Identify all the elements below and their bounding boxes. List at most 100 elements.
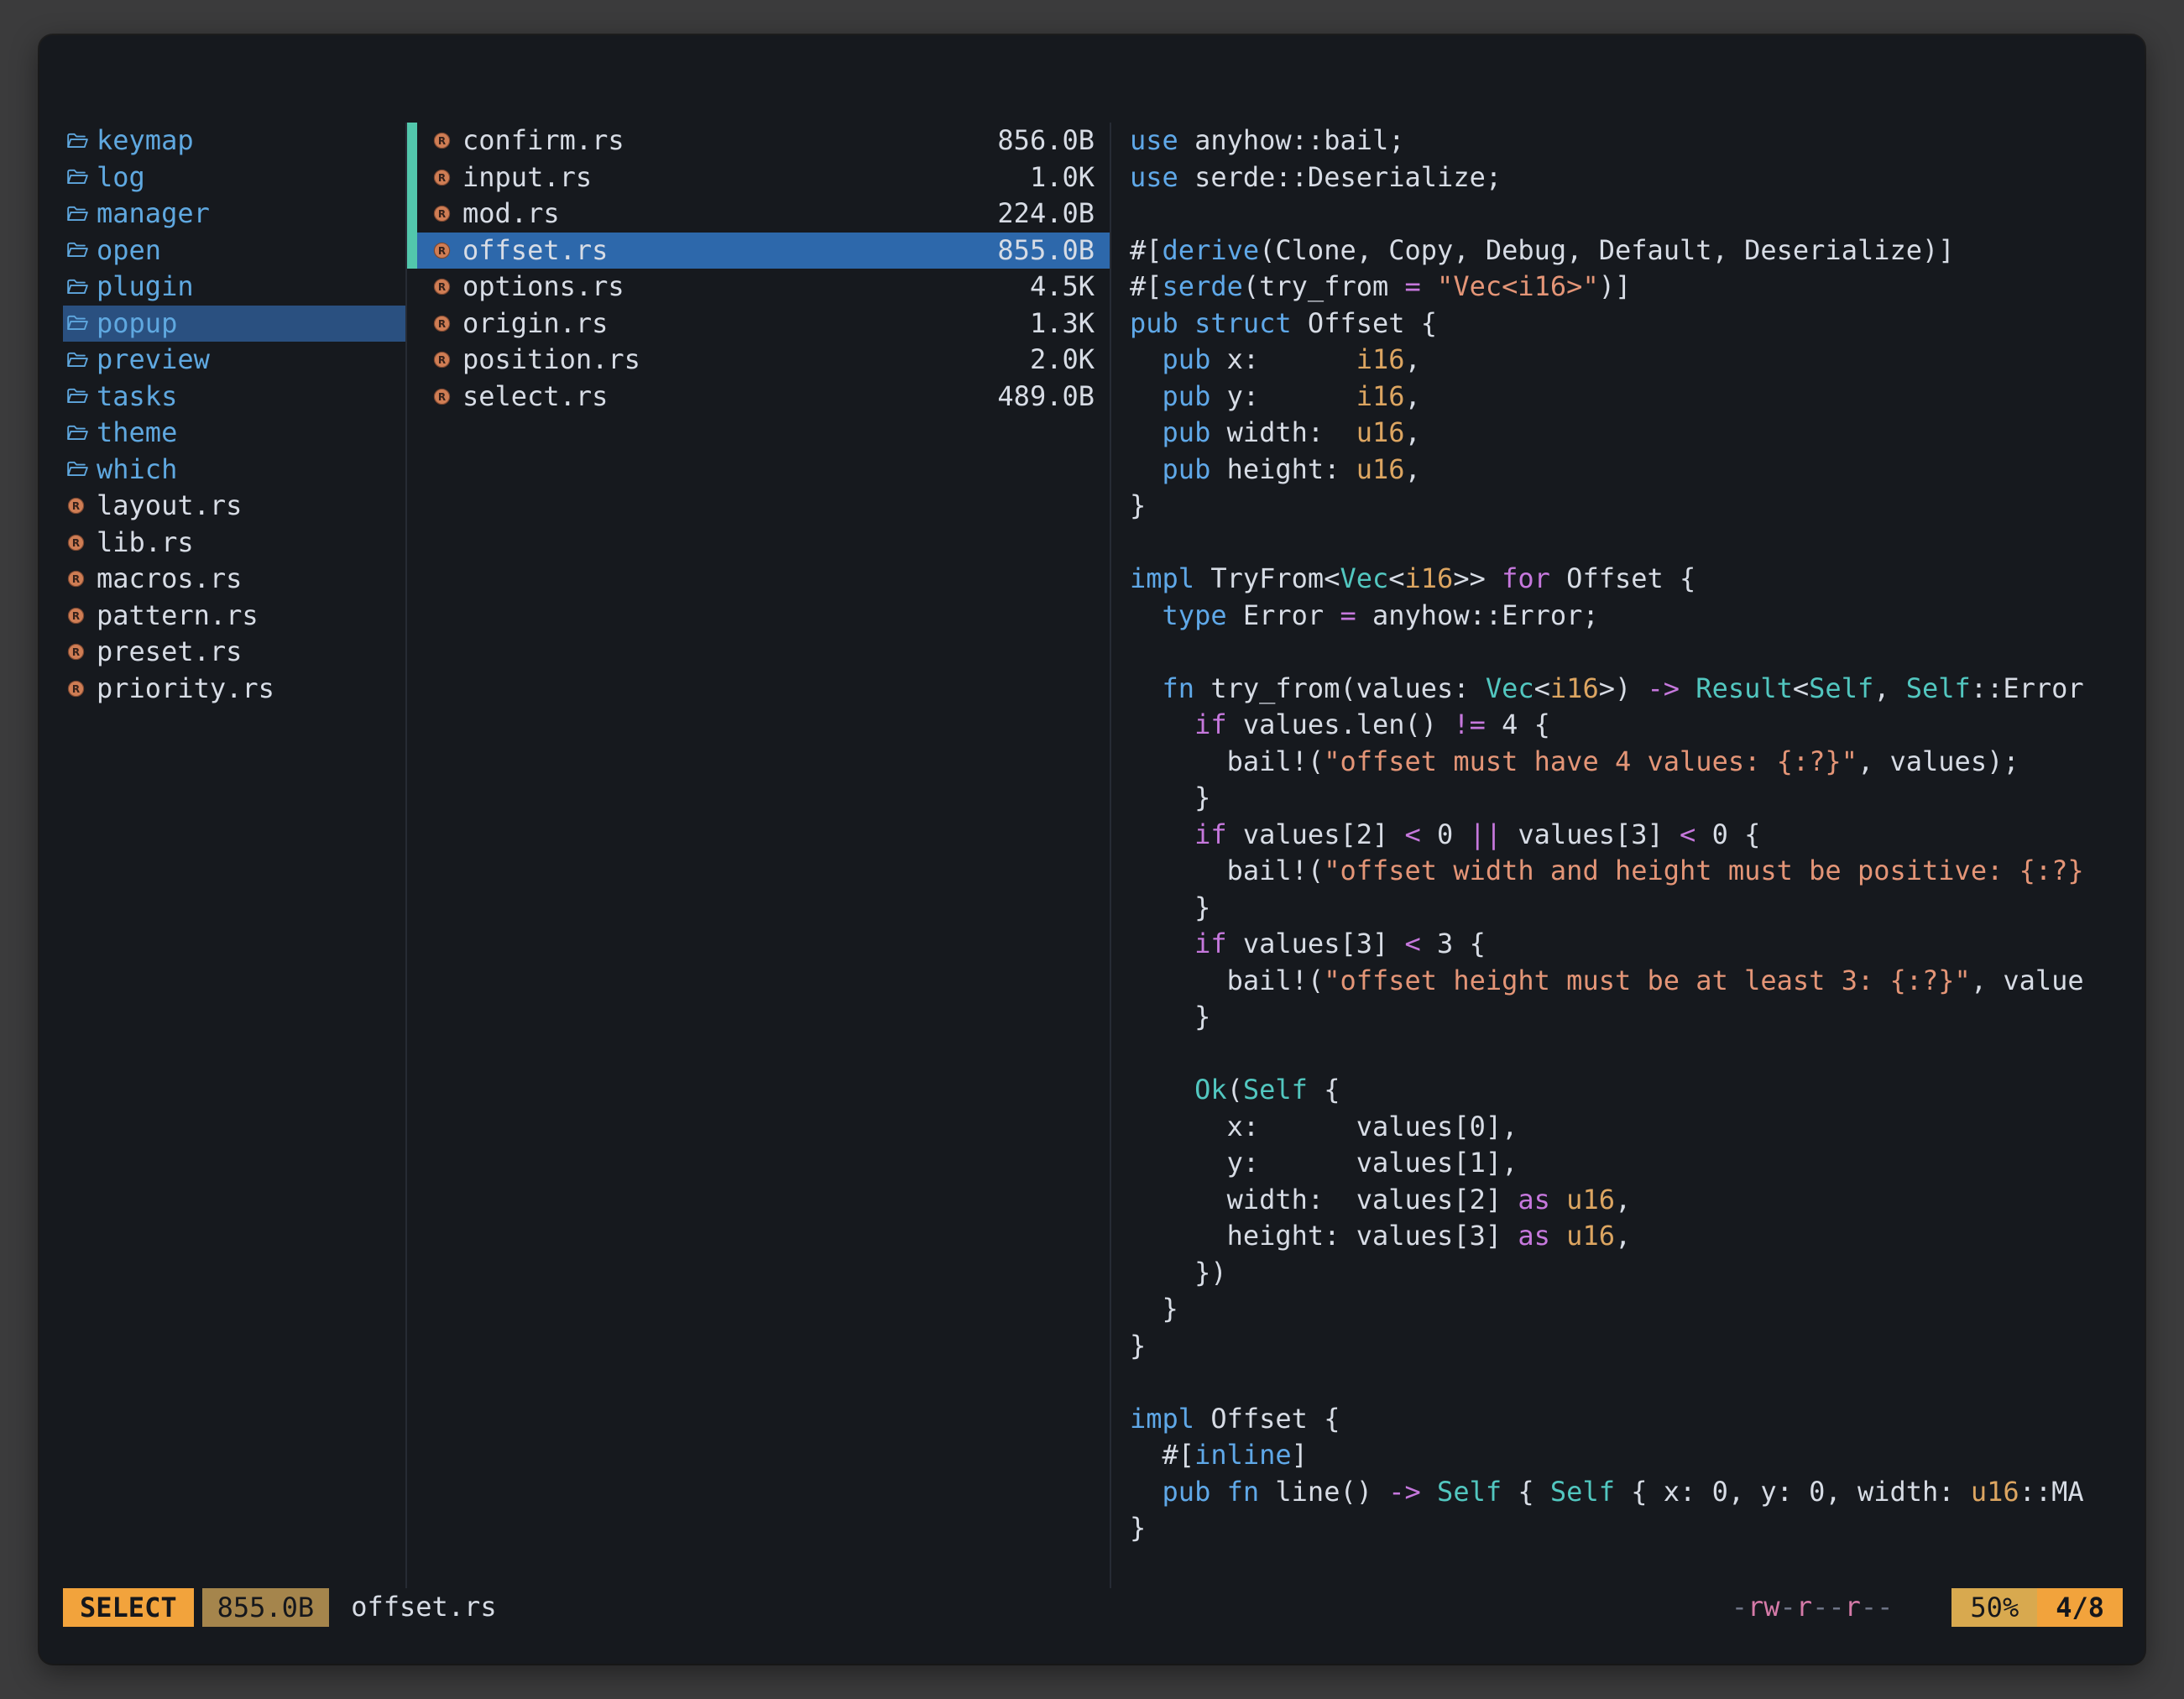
file-row-body: R options.rs 4.5K [417,269,1110,306]
code-line: } [1130,890,2123,927]
preview-pane: use anyhow::bail;use serde::Deserialize;… [1111,123,2123,1588]
sidebar-item-directory[interactable]: log [63,159,405,196]
status-right-section: -rw-r--r-- 50% 4/8 [1732,1588,2123,1627]
sidebar-item-directory[interactable]: keymap [63,123,405,159]
cursor-position-badge: 4/8 [2037,1588,2123,1627]
file-size: 224.0B [997,196,1095,233]
rust-file-icon: R [432,204,462,223]
code-line [1130,196,2123,233]
sidebar-item-directory[interactable]: plugin [63,269,405,306]
rust-file-icon: R [66,642,97,661]
code-line: Ok(Self { [1130,1072,2123,1109]
rust-file-icon: R [432,131,462,150]
folder-icon [66,278,97,296]
sidebar-item-file[interactable]: R layout.rs [63,488,405,525]
code-line: type Error = anyhow::Error; [1130,598,2123,635]
code-line: bail!("offset must have 4 values: {:?}",… [1130,744,2123,781]
permissions-text: -rw-r--r-- [1732,1589,1894,1626]
code-line: impl TryFrom<Vec<i16>> for Offset { [1130,561,2123,598]
file-name: position.rs [462,342,640,379]
folder-icon [66,460,97,478]
svg-text:R: R [438,172,446,184]
folder-icon [66,314,97,332]
directory-name: popup [97,306,177,342]
code-line [1130,1364,2123,1401]
rust-file-icon: R [66,569,97,588]
file-name: mod.rs [462,196,560,233]
directory-name: theme [97,415,177,452]
code-line: y: values[1], [1130,1145,2123,1182]
svg-text:R: R [72,646,80,658]
file-row[interactable]: R mod.rs 224.0B [407,196,1110,233]
file-row[interactable]: R position.rs 2.0K [407,342,1110,379]
selection-marker [407,342,417,379]
svg-text:R: R [72,610,80,622]
svg-text:R: R [72,500,80,512]
file-row-body: R origin.rs 1.3K [417,306,1110,342]
file-row[interactable]: R select.rs 489.0B [407,379,1110,416]
file-row[interactable]: R confirm.rs 856.0B [407,123,1110,159]
code-line: }) [1130,1255,2123,1292]
svg-text:R: R [438,354,446,366]
file-size: 1.3K [1030,306,1095,342]
file-row[interactable]: R options.rs 4.5K [407,269,1110,306]
sidebar-item-file[interactable]: R macros.rs [63,561,405,598]
selection-marker [407,159,417,196]
code-line: use serde::Deserialize; [1130,159,2123,196]
file-size: 4.5K [1030,269,1095,306]
sidebar-item-directory[interactable]: manager [63,196,405,233]
code-line: } [1130,1328,2123,1365]
file-row[interactable]: R offset.rs 855.0B [407,233,1110,269]
sidebar-item-directory[interactable]: theme [63,415,405,452]
scroll-percent-badge: 50% [1951,1588,2037,1627]
sidebar-item-file[interactable]: R lib.rs [63,525,405,562]
code-line: } [1130,488,2123,525]
svg-text:R: R [72,573,80,585]
code-line: x: values[0], [1130,1109,2123,1146]
rust-file-icon: R [432,168,462,187]
code-line: pub y: i16, [1130,379,2123,416]
svg-text:R: R [438,135,446,147]
rust-file-icon: R [432,387,462,406]
sidebar-item-file[interactable]: R preset.rs [63,634,405,671]
sidebar-item-directory[interactable]: tasks [63,379,405,416]
selection-marker [407,196,417,233]
folder-icon [66,205,97,223]
directory-name: keymap [97,123,194,159]
sidebar-item-file[interactable]: R priority.rs [63,671,405,708]
code-line: use anyhow::bail; [1130,123,2123,159]
file-row[interactable]: R input.rs 1.0K [407,159,1110,196]
file-name: pattern.rs [97,598,259,635]
file-size: 1.0K [1030,159,1095,196]
file-row-body: R select.rs 489.0B [417,379,1110,416]
code-line: bail!("offset height must be at least 3:… [1130,963,2123,1000]
code-line: pub height: u16, [1130,452,2123,489]
selection-marker [407,306,417,342]
code-line: fn try_from(values: Vec<i16>) -> Result<… [1130,671,2123,708]
mode-badge: SELECT [63,1588,194,1627]
code-line: #[serde(try_from = "Vec<i16>")] [1130,269,2123,306]
sidebar-item-directory[interactable]: open [63,233,405,269]
sidebar-item-directory[interactable]: preview [63,342,405,379]
status-filename: offset.rs [351,1589,496,1626]
directory-name: which [97,452,177,489]
sidebar-item-directory[interactable]: popup [63,306,405,342]
directory-name: preview [97,342,210,379]
file-row[interactable]: R origin.rs 1.3K [407,306,1110,342]
file-size: 855.0B [997,233,1095,269]
file-name: select.rs [462,379,608,416]
sidebar-item-file[interactable]: R pattern.rs [63,598,405,635]
code-line: if values[2] < 0 || values[3] < 0 { [1130,817,2123,854]
sidebar-item-directory[interactable]: which [63,452,405,489]
file-size: 856.0B [997,123,1095,159]
file-name: confirm.rs [462,123,624,159]
selection-marker [407,379,417,416]
code-line: } [1130,1291,2123,1328]
svg-text:R: R [438,208,446,220]
code-line [1130,634,2123,671]
code-line: pub x: i16, [1130,342,2123,379]
file-name: layout.rs [97,488,242,525]
rust-file-icon: R [432,241,462,260]
svg-text:R: R [438,391,446,403]
code-line: width: values[2] as u16, [1130,1182,2123,1219]
